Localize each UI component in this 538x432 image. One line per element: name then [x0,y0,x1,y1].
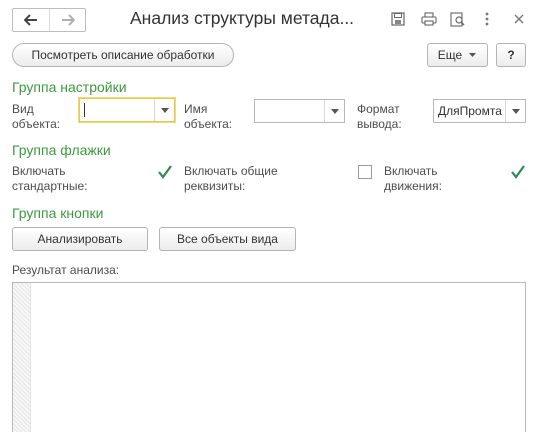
back-arrow-icon [24,14,37,26]
more-actions-button[interactable] [477,9,497,29]
result-text-area[interactable] [12,282,526,432]
include-standard-label: Включать стандартные: [12,164,88,193]
object-kind-select[interactable] [79,98,175,122]
object-kind-dropdown-button[interactable] [154,99,174,121]
more-vertical-icon [485,12,489,26]
save-icon [391,12,405,26]
back-button[interactable] [13,9,49,31]
print-button[interactable] [419,9,439,29]
flags-group-title: Группа флажки [12,142,111,158]
preview-button[interactable] [448,9,468,29]
chevron-down-icon [511,108,520,114]
more-button-label: Еще [437,48,463,62]
result-label: Результат анализа: [12,263,120,277]
object-name-select[interactable] [254,99,345,123]
chevron-down-icon [160,107,169,113]
chevron-down-icon [469,53,477,57]
settings-group-title: Группа настройки [12,79,127,95]
chevron-down-icon [330,108,339,114]
output-format-select[interactable]: ДляПромта [433,99,526,123]
help-button[interactable]: ? [496,43,526,67]
preview-icon [450,11,465,27]
save-button[interactable] [388,9,408,29]
output-format-value: ДляПромта [438,104,502,118]
object-kind-label: Вид объекта: [12,102,61,131]
object-name-value [255,100,324,122]
include-movements-label: Включать движения: [384,164,442,193]
include-common-checkbox[interactable] [358,165,372,179]
output-format-dropdown-button[interactable] [505,100,525,122]
buttons-group-title: Группа кнопки [12,205,104,221]
include-movements-checkbox[interactable] [510,164,526,180]
forward-button[interactable] [49,9,85,31]
all-objects-button[interactable]: Все объекты вида [159,227,296,251]
result-gutter [13,283,31,432]
navigation-group [12,8,86,32]
object-kind-value [80,99,154,121]
object-name-label: Имя объекта: [184,102,233,131]
include-standard-checkbox[interactable] [157,164,173,180]
analyze-button[interactable]: Анализировать [12,227,148,251]
output-format-label: Формат вывода: [357,102,402,131]
view-description-button[interactable]: Посмотреть описание обработки [12,43,234,67]
text-cursor [84,103,85,117]
more-button[interactable]: Еще [427,43,488,67]
include-common-label: Включать общие реквизиты: [184,164,278,193]
close-button[interactable] [509,9,529,29]
object-name-dropdown-button[interactable] [324,100,344,122]
window-title: Анализ структуры метада... [130,8,355,28]
print-icon [421,12,437,26]
forward-arrow-icon [61,14,75,26]
close-icon [514,14,524,24]
